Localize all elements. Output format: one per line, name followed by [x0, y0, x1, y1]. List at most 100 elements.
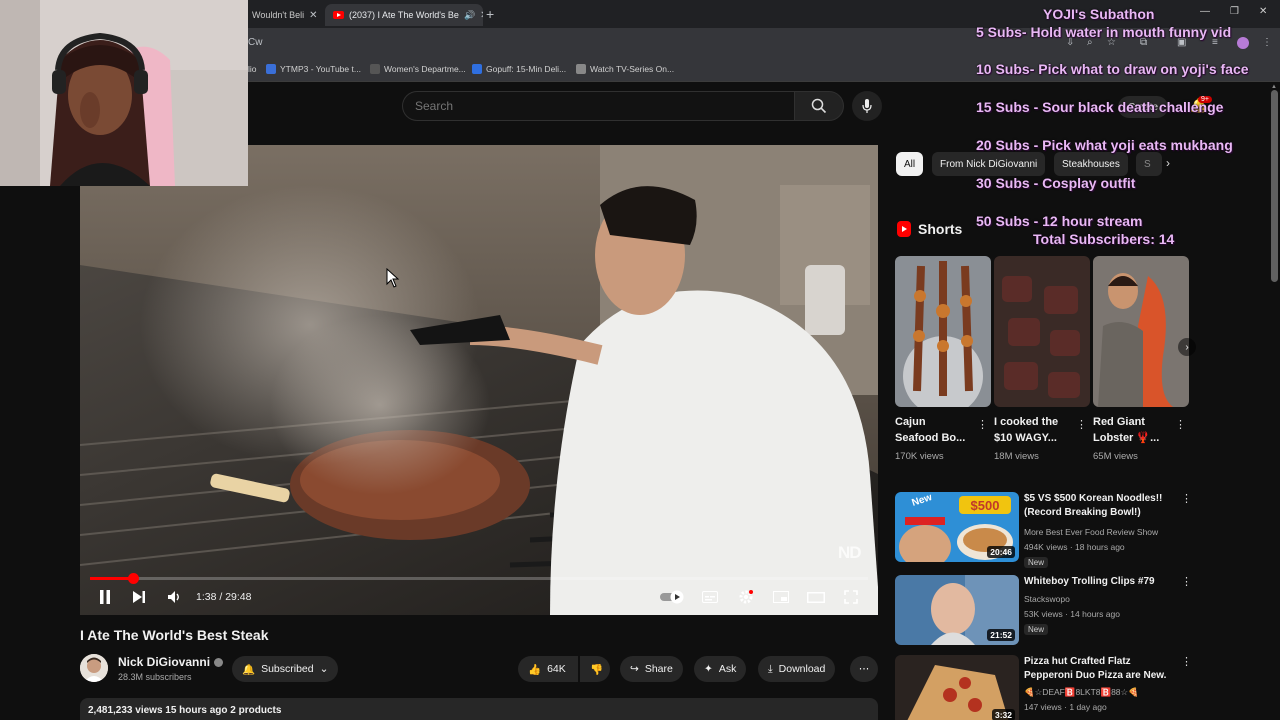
chip-from-channel[interactable]: From Nick DiGiovanni: [932, 152, 1046, 176]
volume-button[interactable]: [165, 586, 185, 608]
new-badge: New: [1024, 557, 1049, 568]
search-button[interactable]: [794, 91, 844, 121]
progress-bar[interactable]: [90, 573, 868, 584]
bookmark-label: lio: [248, 64, 257, 74]
tab-close-icon[interactable]: ✕: [480, 10, 483, 21]
streamer-webcam-image: [0, 0, 248, 186]
subathon-heading: YOJI's Subathon: [1043, 6, 1155, 22]
voice-search-button[interactable]: [852, 91, 882, 121]
minimize-icon[interactable]: —: [1200, 6, 1210, 17]
recommended-video[interactable]: 21:52 Whiteboy Trolling Clips #79 Stacks…: [895, 575, 1192, 651]
recommended-title: $5 VS $500 Korean Noodles!! (Record Brea…: [1024, 493, 1163, 518]
more-vertical-icon[interactable]: ⋮: [1076, 418, 1087, 431]
profile-avatar-icon[interactable]: [1237, 37, 1249, 49]
video-title: I Ate The World's Best Steak: [80, 627, 269, 643]
bookmark-item[interactable]: Women's Departme...: [370, 64, 466, 74]
recommended-channel[interactable]: 🍕☆DEAF🅱️8LKT8🅱️88☆🍕: [1024, 687, 1139, 698]
video-player[interactable]: ND 1:38 / 29:48: [80, 145, 878, 615]
miniplayer-button[interactable]: [771, 586, 791, 608]
next-button[interactable]: [130, 586, 148, 608]
search-input[interactable]: [415, 99, 775, 113]
subathon-goal: 50 Subs - 12 hour stream: [976, 213, 1143, 229]
verified-check-icon: [214, 657, 224, 667]
share-label: Share: [644, 663, 673, 675]
ytmp3-icon: [266, 64, 276, 74]
recommended-meta: 494K views · 18 hours ago: [1024, 542, 1125, 552]
recommended-video[interactable]: $500 New 20:46 $5 VS $500 Korean Noodles…: [895, 492, 1192, 568]
recommended-title: Whiteboy Trolling Clips #79: [1024, 576, 1155, 587]
chip-all[interactable]: All: [896, 152, 924, 176]
short-views: 18M views: [994, 451, 1039, 462]
sparkle-icon: ✦: [704, 663, 713, 675]
short-title: I cooked the $10 WAGY...: [994, 416, 1059, 444]
search-box: [402, 91, 794, 121]
settings-button[interactable]: [736, 586, 756, 608]
subtitles-button[interactable]: [700, 586, 720, 608]
duration-badge: 3:32: [991, 709, 1015, 720]
bookmark-item[interactable]: Watch TV-Series On...: [576, 64, 674, 74]
window-close-icon[interactable]: ✕: [1259, 6, 1267, 17]
short-thumbnail: [994, 256, 1090, 407]
new-tab-plus-icon[interactable]: +: [486, 6, 494, 22]
video-frame-image: [80, 145, 878, 615]
theater-mode-icon: [807, 591, 825, 603]
thumbs-up-icon: 👍: [528, 663, 542, 676]
download-label: Download: [778, 663, 826, 675]
new-badge: New: [1024, 624, 1049, 635]
autoplay-toggle-icon: [660, 590, 684, 604]
more-vertical-icon[interactable]: ⋮: [1181, 655, 1192, 668]
bookmark-item[interactable]: YTMP3 - YouTube t...: [266, 64, 361, 74]
more-vertical-icon[interactable]: ⋮: [977, 418, 988, 431]
browser-menu-icon[interactable]: ⋮: [1262, 37, 1272, 48]
bookmark-item[interactable]: lio: [248, 64, 257, 74]
chevron-down-icon: ⌄: [319, 663, 329, 675]
like-button[interactable]: 👍 64K: [518, 656, 578, 682]
screen: Wouldn't Beli ✕ (2037) I Ate The World's…: [0, 0, 1280, 720]
more-vertical-icon[interactable]: ⋮: [1181, 575, 1192, 588]
download-button[interactable]: ⤓ Download: [758, 656, 836, 682]
channel-avatar[interactable]: [80, 654, 108, 682]
tab-inactive[interactable]: Wouldn't Beli ✕: [244, 4, 322, 26]
chip-partial[interactable]: S: [1136, 152, 1162, 176]
more-vertical-icon[interactable]: ⋮: [1181, 492, 1192, 505]
shorts-next-chevron-icon[interactable]: ›: [1178, 338, 1196, 356]
fullscreen-button[interactable]: [841, 586, 861, 608]
url-text[interactable]: Cw: [248, 37, 262, 48]
recommended-channel[interactable]: More Best Ever Food Review Show: [1024, 527, 1158, 537]
bookmark-label: Watch TV-Series On...: [590, 64, 675, 74]
more-vertical-icon[interactable]: ⋮: [1175, 418, 1186, 431]
like-count: 64K: [547, 663, 566, 675]
restore-icon[interactable]: ❐: [1230, 6, 1239, 17]
channel-name-text: Nick DiGiovanni: [118, 655, 211, 669]
share-arrow-icon: ↪: [630, 663, 639, 675]
ask-button[interactable]: ✦ Ask: [694, 656, 747, 682]
pause-button[interactable]: [96, 586, 114, 608]
recommended-channel[interactable]: Stackswopo: [1024, 594, 1070, 604]
chevron-right-icon[interactable]: ›: [1166, 156, 1170, 170]
video-meta-text: 2,481,233 views 15 hours ago 2 products: [88, 705, 282, 716]
thumbs-down-icon: 👎: [590, 663, 604, 676]
microphone-icon: [862, 98, 872, 113]
speaker-icon[interactable]: 🔊: [464, 10, 475, 21]
progress-scrubber-handle[interactable]: [128, 573, 139, 584]
recommended-thumbnail: $500 New 20:46: [895, 492, 1019, 562]
subscribed-button[interactable]: 🔔 Subscribed ⌄: [232, 656, 339, 682]
share-button[interactable]: ↪ Share: [620, 656, 683, 682]
autoplay-toggle[interactable]: [660, 586, 686, 608]
channel-name[interactable]: Nick DiGiovanni: [118, 655, 224, 669]
duration-badge: 20:46: [987, 546, 1015, 558]
subtitles-icon: [702, 591, 718, 603]
tab-active[interactable]: (2037) I Ate The World's Be 🔊 ✕: [325, 4, 483, 26]
theater-mode-button[interactable]: [806, 586, 826, 608]
bookmark-item[interactable]: Gopuff: 15-Min Deli...: [472, 64, 566, 74]
more-actions-button[interactable]: ⋯: [850, 656, 878, 682]
miniplayer-icon: [773, 591, 789, 603]
tab-close-icon[interactable]: ✕: [309, 10, 317, 21]
chip-steakhouses[interactable]: Steakhouses: [1054, 152, 1128, 176]
subathon-goal: 30 Subs - Cosplay outfit: [976, 175, 1136, 191]
recommended-video[interactable]: 3:32 Pizza hut Crafted Flatz Pepperoni D…: [895, 655, 1192, 720]
page-scrollbar[interactable]: [1271, 90, 1278, 282]
channel-avatar-image: [80, 654, 108, 682]
subscriber-count: 28.3M subscribers: [118, 672, 192, 682]
dislike-button[interactable]: 👎: [580, 656, 610, 682]
